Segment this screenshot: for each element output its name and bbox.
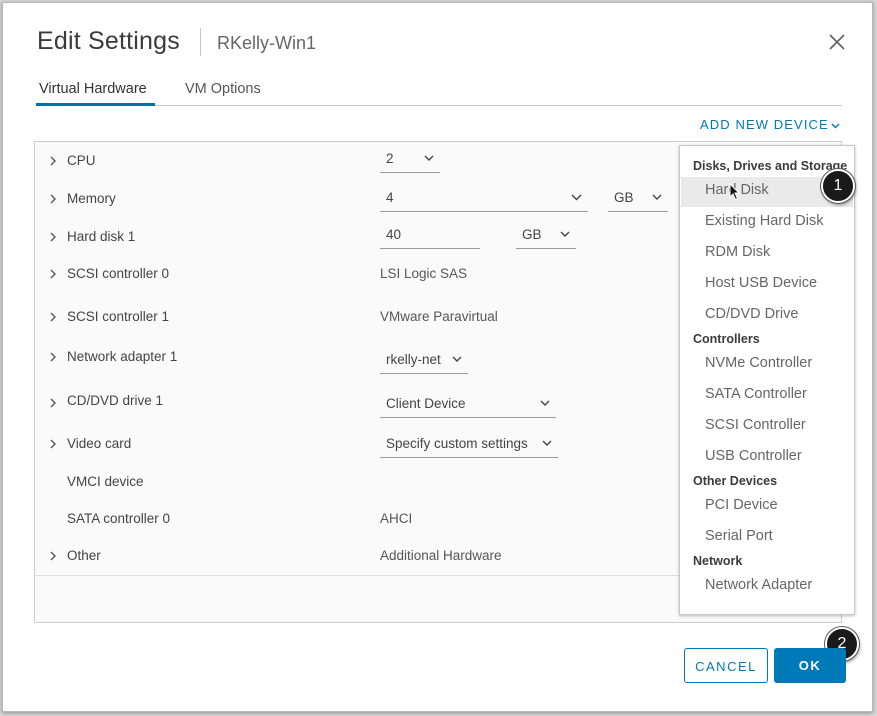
scsi-controller-1-value: VMware Paravirtual xyxy=(380,309,498,324)
tab-vm-options[interactable]: VM Options xyxy=(185,81,261,97)
tab-bar: Virtual Hardware VM Options xyxy=(36,75,842,106)
memory-input[interactable]: 4 xyxy=(380,188,588,212)
scsi-controller-1-label: SCSI controller 1 xyxy=(67,309,170,324)
network-adapter-label: Network adapter 1 xyxy=(67,349,178,364)
memory-value: 4 xyxy=(386,190,394,205)
chevron-down-icon xyxy=(452,356,462,362)
menu-header-other-devices: Other Devices xyxy=(693,474,778,488)
chevron-right-icon[interactable] xyxy=(49,397,57,409)
network-value: rkelly-net xyxy=(386,352,441,367)
chevron-down-icon xyxy=(540,400,550,406)
vm-name: RKelly-Win1 xyxy=(217,33,317,53)
hard-disk-size: 40 xyxy=(386,227,402,242)
sata-controller-label: SATA controller 0 xyxy=(67,511,171,526)
scsi-controller-0-value: LSI Logic SAS xyxy=(380,266,468,281)
chevron-down-icon xyxy=(571,194,582,201)
chevron-right-icon[interactable] xyxy=(49,231,57,243)
vmci-device-label: VMCI device xyxy=(67,474,144,489)
network-select[interactable]: rkelly-net xyxy=(380,350,468,374)
close-icon[interactable] xyxy=(826,31,848,53)
active-tab-indicator xyxy=(36,103,155,106)
cd-dvd-select[interactable]: Client Device xyxy=(380,394,556,418)
cd-dvd-label: CD/DVD drive 1 xyxy=(67,393,164,408)
hard-disk-label: Hard disk 1 xyxy=(67,229,136,244)
menu-item-usb-controller[interactable]: USB Controller xyxy=(705,448,802,464)
menu-header-network: Network xyxy=(693,554,743,568)
hard-disk-size-input[interactable]: 40 xyxy=(380,225,480,249)
memory-unit: GB xyxy=(614,190,634,205)
chevron-right-icon[interactable] xyxy=(49,351,57,363)
cpu-label: CPU xyxy=(67,153,96,168)
ok-button[interactable]: OK xyxy=(774,648,846,683)
chevron-down-icon xyxy=(424,155,434,161)
chevron-right-icon[interactable] xyxy=(49,193,57,205)
chevron-right-icon[interactable] xyxy=(49,311,57,323)
add-new-device-label: ADD NEW DEVICE xyxy=(700,117,829,132)
menu-header-controllers: Controllers xyxy=(693,332,760,346)
menu-item-sata-controller[interactable]: SATA Controller xyxy=(705,386,807,402)
memory-label: Memory xyxy=(67,191,116,206)
menu-item-rdm-disk[interactable]: RDM Disk xyxy=(705,244,770,260)
cpu-value: 2 xyxy=(386,151,394,166)
memory-unit-select[interactable]: GB xyxy=(608,188,668,212)
chevron-right-icon[interactable] xyxy=(49,550,57,562)
chevron-down-icon xyxy=(652,194,662,200)
scsi-controller-0-label: SCSI controller 0 xyxy=(67,266,170,281)
chevron-down-icon xyxy=(560,231,570,237)
chevron-right-icon[interactable] xyxy=(49,155,57,167)
menu-item-serial-port[interactable]: Serial Port xyxy=(705,528,773,544)
video-card-label: Video card xyxy=(67,436,132,451)
menu-item-existing-hard-disk[interactable]: Existing Hard Disk xyxy=(705,213,823,229)
title-divider xyxy=(200,28,201,56)
add-new-device-button[interactable]: ADD NEW DEVICE xyxy=(700,117,840,132)
chevron-right-icon[interactable] xyxy=(49,438,57,450)
edit-settings-dialog: Edit Settings RKelly-Win1 Virtual Hardwa… xyxy=(2,2,873,712)
menu-item-cd-dvd-drive[interactable]: CD/DVD Drive xyxy=(705,306,798,322)
mouse-cursor-icon xyxy=(729,183,741,201)
video-card-select[interactable]: Specify custom settings xyxy=(380,434,558,458)
cpu-select[interactable]: 2 xyxy=(380,149,440,173)
cancel-button[interactable]: CANCEL xyxy=(684,648,768,683)
menu-item-network-adapter[interactable]: Network Adapter xyxy=(705,577,812,593)
menu-item-scsi-controller[interactable]: SCSI Controller xyxy=(705,417,806,433)
chevron-down-icon xyxy=(831,123,840,129)
other-value: Additional Hardware xyxy=(380,548,502,563)
chevron-right-icon[interactable] xyxy=(49,268,57,280)
menu-item-host-usb-device[interactable]: Host USB Device xyxy=(705,275,817,291)
chevron-down-icon xyxy=(542,440,552,446)
menu-header-disks: Disks, Drives and Storage xyxy=(693,159,848,173)
step-callout-1: 1 xyxy=(821,169,855,203)
tab-virtual-hardware[interactable]: Virtual Hardware xyxy=(39,81,147,97)
menu-item-pci-device[interactable]: PCI Device xyxy=(705,497,778,513)
other-label: Other xyxy=(67,548,101,563)
video-card-value: Specify custom settings xyxy=(386,436,528,451)
hard-disk-unit: GB xyxy=(522,227,542,242)
cd-dvd-value: Client Device xyxy=(386,396,466,411)
menu-item-nvme-controller[interactable]: NVMe Controller xyxy=(705,355,812,371)
add-device-menu: Disks, Drives and Storage Hard Disk Exis… xyxy=(679,145,855,615)
dialog-title: Edit Settings xyxy=(37,27,180,55)
hard-disk-unit-select[interactable]: GB xyxy=(516,225,576,249)
sata-controller-value: AHCI xyxy=(380,511,413,526)
